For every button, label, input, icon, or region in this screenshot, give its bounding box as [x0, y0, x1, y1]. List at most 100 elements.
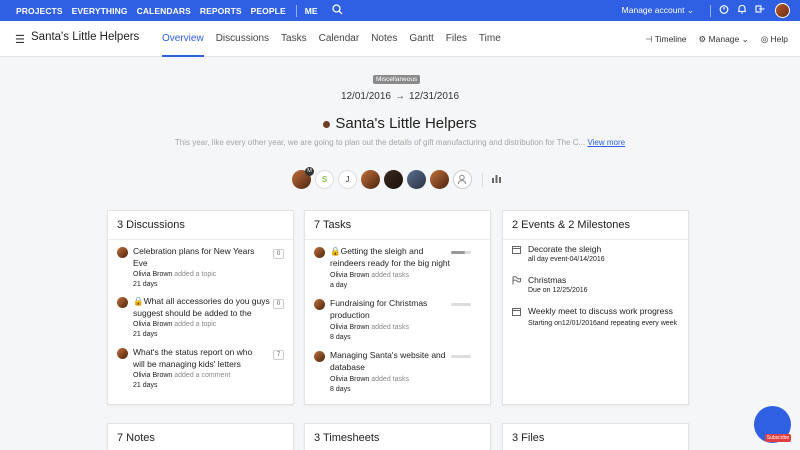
card-divider — [305, 239, 490, 240]
list-item[interactable]: 🔒What all accessories do you guys sugges… — [117, 296, 284, 347]
activity-meta: Olivia Brown added a topic — [133, 321, 216, 328]
events-header[interactable]: 2 Events & 2 Milestones — [512, 219, 630, 231]
avatar — [117, 348, 128, 359]
description-text: This year, like every other year, we are… — [174, 138, 586, 147]
manage-account-menu[interactable]: Manage account ⌄ — [622, 5, 694, 16]
discussion-title[interactable]: What's the status report on who will be … — [133, 347, 263, 370]
tab-files[interactable]: Files — [440, 21, 473, 57]
member-avatar[interactable] — [361, 170, 380, 189]
event-title[interactable]: Weekly meet to discuss work progress — [528, 306, 688, 318]
discussion-title[interactable]: 🔒What all accessories do you guys sugges… — [133, 296, 273, 319]
task-progress-bar — [451, 355, 471, 358]
author-name: Olivia Brown — [133, 372, 173, 379]
tab-time[interactable]: Time — [473, 21, 507, 57]
event-title[interactable]: Decorate the sleigh — [528, 244, 601, 256]
member-avatar[interactable] — [430, 170, 449, 189]
files-card: 3 Files — [502, 423, 689, 450]
card-divider — [108, 239, 293, 240]
files-header[interactable]: 3 Files — [512, 432, 544, 444]
timesheets-header[interactable]: 3 Timesheets — [314, 432, 379, 444]
member-avatar[interactable] — [407, 170, 426, 189]
activity-meta: Olivia Brown added tasks — [330, 324, 409, 331]
nav-projects[interactable]: PROJECTS — [16, 6, 63, 16]
list-item[interactable]: Celebration plans for New Years Eve 0 Ol… — [117, 246, 284, 297]
milestone-subtitle: Due on 12/25/2016 — [528, 287, 588, 294]
member-avatar-j[interactable]: J — [338, 170, 357, 189]
discussion-title-text: What all accessories do you guys suggest… — [133, 296, 270, 318]
notes-card: 7 Notes — [107, 423, 294, 450]
project-subbar: ☰ Santa's Little Helpers Overview Discus… — [0, 21, 800, 57]
activity-action: added a topic — [174, 271, 217, 278]
task-title-text: Getting the sleigh and reindeers ready f… — [330, 246, 451, 268]
task-item[interactable]: Fundraising for Christmas production Oli… — [314, 298, 481, 349]
tab-discussions[interactable]: Discussions — [210, 21, 275, 57]
author-name: Olivia Brown — [133, 271, 173, 278]
milestone-title[interactable]: Christmas — [528, 275, 566, 287]
top-nav: PROJECTS EVERYTHING CALENDARS REPORTS PE… — [0, 0, 343, 21]
nav-everything[interactable]: EVERYTHING — [72, 6, 128, 16]
top-divider — [710, 4, 711, 17]
member-avatar-s[interactable]: S — [315, 170, 334, 189]
task-item[interactable]: 🔒Getting the sleigh and reindeers ready … — [314, 246, 481, 297]
comment-count: 7 — [273, 350, 284, 360]
discussion-title[interactable]: Celebration plans for New Years Eve — [133, 246, 263, 269]
add-member-icon[interactable] — [453, 170, 472, 189]
task-title[interactable]: 🔒Getting the sleigh and reindeers ready … — [330, 246, 458, 269]
lock-icon: 🔒 — [330, 246, 341, 256]
member-avatar[interactable]: M — [292, 167, 314, 189]
event-item[interactable]: Christmas Due on 12/25/2016 — [512, 275, 679, 304]
task-item[interactable]: Managing Santa's website and database Ol… — [314, 350, 481, 401]
events-card: 2 Events & 2 Milestones Decorate the sle… — [502, 210, 689, 405]
tab-overview[interactable]: Overview — [156, 21, 210, 57]
lock-icon: 🔒 — [133, 296, 144, 306]
nav-people[interactable]: PEOPLE — [251, 6, 286, 16]
avatar — [117, 247, 128, 258]
avatar — [314, 299, 325, 310]
task-title[interactable]: Managing Santa's website and database — [330, 350, 450, 373]
tab-notes[interactable]: Notes — [365, 21, 403, 57]
task-title[interactable]: Fundraising for Christmas production — [330, 298, 450, 321]
tab-gantt[interactable]: Gantt — [403, 21, 439, 57]
project-title: Santa's Little Helpers — [31, 31, 140, 43]
nav-reports[interactable]: REPORTS — [200, 6, 242, 16]
notes-header[interactable]: 7 Notes — [117, 432, 155, 444]
activity-time: 21 days — [133, 281, 158, 288]
user-avatar[interactable] — [775, 3, 790, 18]
task-progress-fill — [451, 251, 465, 254]
timer-icon[interactable] — [715, 4, 733, 17]
manage-label: Manage — [708, 33, 740, 44]
activity-time: 21 days — [133, 331, 158, 338]
help-button[interactable]: ◎ Help — [761, 34, 788, 45]
logout-icon[interactable] — [751, 4, 769, 17]
subscribe-badge[interactable]: Subscribe — [764, 434, 791, 442]
nav-calendars[interactable]: CALENDARS — [137, 6, 191, 16]
avatar — [314, 351, 325, 362]
member-divider — [482, 172, 483, 187]
timesheets-card: 3 Timesheets — [304, 423, 491, 450]
discussions-header[interactable]: 3 Discussions — [117, 219, 185, 231]
top-bar: PROJECTS EVERYTHING CALENDARS REPORTS PE… — [0, 0, 800, 21]
event-subtitle: all day event-04/14/2016 — [528, 256, 605, 263]
help-label: Help — [770, 33, 788, 44]
tab-tasks[interactable]: Tasks — [275, 21, 313, 57]
subbar-actions: ⊣ Timeline ⚙ Manage ⌄ ◎ Help — [633, 21, 788, 57]
top-right-area: Manage account ⌄ — [622, 0, 790, 21]
tasks-header[interactable]: 7 Tasks — [314, 219, 351, 231]
bell-icon[interactable] — [733, 4, 751, 17]
chevron-down-icon: ⌄ — [739, 33, 749, 44]
nav-me[interactable]: ME — [305, 6, 318, 16]
bar-chart-icon[interactable] — [491, 173, 502, 186]
manage-button[interactable]: ⚙ Manage ⌄ — [699, 34, 749, 45]
tab-calendar[interactable]: Calendar — [313, 21, 366, 57]
view-more-link[interactable]: View more — [587, 138, 625, 147]
member-avatar[interactable] — [384, 170, 403, 189]
activity-time: 8 days — [330, 386, 351, 393]
hamburger-menu-icon[interactable]: ☰ — [15, 33, 25, 46]
timeline-button[interactable]: ⊣ Timeline — [645, 34, 686, 45]
list-item[interactable]: What's the status report on who will be … — [117, 347, 284, 398]
event-item[interactable]: Decorate the sleigh all day event-04/14/… — [512, 244, 679, 273]
activity-meta: Olivia Brown added a comment — [133, 372, 230, 379]
start-date: 12/01/2016 — [340, 91, 391, 102]
event-item[interactable]: Weekly meet to discuss work progress Sta… — [512, 306, 679, 347]
search-icon[interactable] — [332, 3, 343, 18]
